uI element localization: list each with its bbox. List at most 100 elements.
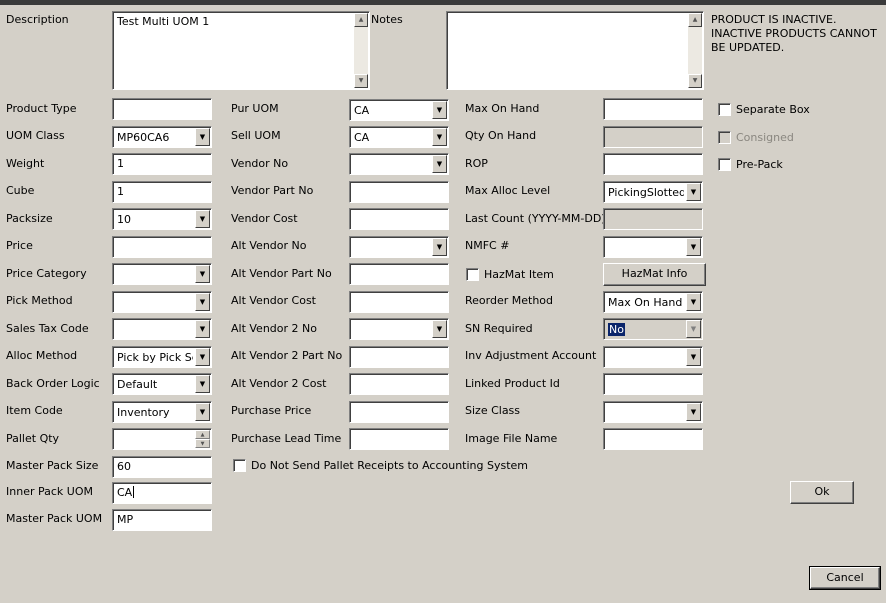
alt-vendor-2-part-no-label: Alt Vendor 2 Part No bbox=[231, 349, 343, 362]
pur-uom-value: CA bbox=[354, 104, 370, 117]
chevron-down-icon[interactable]: ▼ bbox=[686, 320, 701, 338]
image-file-name-input[interactable] bbox=[603, 428, 703, 450]
alloc-method-label: Alloc Method bbox=[6, 349, 78, 362]
separate-box-checkbox[interactable] bbox=[718, 103, 731, 116]
chevron-down-icon[interactable]: ▼ bbox=[686, 238, 701, 256]
chevron-down-icon[interactable]: ▼ bbox=[195, 210, 210, 228]
scroll-down-icon[interactable]: ▼ bbox=[688, 74, 702, 88]
pallet-qty-label: Pallet Qty bbox=[6, 432, 60, 445]
rop-input[interactable] bbox=[603, 153, 703, 175]
alt-vendor-cost-input[interactable] bbox=[349, 291, 449, 313]
consigned-checkbox bbox=[718, 131, 731, 144]
alt-vendor-part-no-label: Alt Vendor Part No bbox=[231, 267, 332, 280]
pre-pack-checkbox[interactable] bbox=[718, 158, 731, 171]
pick-method-select[interactable]: ▼ bbox=[112, 291, 212, 313]
packsize-value: 10 bbox=[117, 213, 131, 226]
pur-uom-label: Pur UOM bbox=[231, 102, 279, 115]
price-input[interactable] bbox=[112, 236, 212, 258]
sn-required-label: SN Required bbox=[465, 322, 533, 335]
back-order-logic-label: Back Order Logic bbox=[6, 377, 100, 390]
chevron-down-icon[interactable]: ▼ bbox=[686, 348, 701, 366]
description-scrollbar[interactable]: ▲ ▼ bbox=[354, 13, 368, 88]
purchase-price-label: Purchase Price bbox=[231, 404, 312, 417]
packsize-select[interactable]: 10 ▼ bbox=[112, 208, 212, 230]
purchase-price-input[interactable] bbox=[349, 401, 449, 423]
vendor-cost-input[interactable] bbox=[349, 208, 449, 230]
sell-uom-select[interactable]: CA ▼ bbox=[349, 126, 449, 148]
inv-adjustment-account-label: Inv Adjustment Account bbox=[465, 349, 597, 362]
notes-textarea[interactable]: ▲ ▼ bbox=[446, 11, 704, 90]
purchase-lead-time-input[interactable] bbox=[349, 428, 449, 450]
chevron-down-icon[interactable]: ▼ bbox=[686, 403, 701, 421]
uom-class-select[interactable]: MP60CA6 ▼ bbox=[112, 126, 212, 148]
pur-uom-select[interactable]: CA ▼ bbox=[349, 99, 449, 121]
cube-input[interactable]: 1 bbox=[112, 181, 212, 203]
price-category-select[interactable]: ▼ bbox=[112, 263, 212, 285]
description-textarea[interactable]: Test Multi UOM 1 ▲ ▼ bbox=[112, 11, 370, 90]
scroll-up-icon[interactable]: ▲ bbox=[354, 13, 368, 27]
linked-product-id-input[interactable] bbox=[603, 373, 703, 395]
master-pack-size-input[interactable]: 60 bbox=[112, 456, 212, 478]
vendor-part-no-input[interactable] bbox=[349, 181, 449, 203]
alloc-method-select[interactable]: Pick by Pick Sec ▼ bbox=[112, 346, 212, 368]
alt-vendor-2-part-no-input[interactable] bbox=[349, 346, 449, 368]
pre-pack-label: Pre-Pack bbox=[736, 158, 783, 171]
inv-adjustment-account-select[interactable]: ▼ bbox=[603, 346, 703, 368]
ok-button[interactable]: Ok bbox=[790, 481, 854, 504]
chevron-down-icon[interactable]: ▼ bbox=[195, 293, 210, 311]
sell-uom-label: Sell UOM bbox=[231, 129, 281, 142]
master-pack-size-label: Master Pack Size bbox=[6, 459, 99, 472]
master-pack-uom-input[interactable]: MP bbox=[112, 509, 212, 531]
price-label: Price bbox=[6, 239, 33, 252]
spin-up-icon[interactable]: ▲ bbox=[195, 430, 210, 439]
purchase-lead-time-label: Purchase Lead Time bbox=[231, 432, 342, 445]
chevron-down-icon[interactable]: ▼ bbox=[432, 101, 447, 119]
vendor-no-select[interactable]: ▼ bbox=[349, 153, 449, 175]
sales-tax-code-select[interactable]: ▼ bbox=[112, 318, 212, 340]
alt-vendor-2-cost-input[interactable] bbox=[349, 373, 449, 395]
nmfc-select[interactable]: ▼ bbox=[603, 236, 703, 258]
do-not-send-checkbox[interactable] bbox=[233, 459, 246, 472]
size-class-select[interactable]: ▼ bbox=[603, 401, 703, 423]
sn-required-select[interactable]: No ▼ bbox=[603, 318, 703, 340]
hazmat-info-button[interactable]: HazMat Info bbox=[603, 263, 706, 286]
chevron-down-icon[interactable]: ▼ bbox=[686, 293, 701, 311]
chevron-down-icon[interactable]: ▼ bbox=[195, 320, 210, 338]
back-order-logic-select[interactable]: Default ▼ bbox=[112, 373, 212, 395]
scroll-up-icon[interactable]: ▲ bbox=[688, 13, 702, 27]
item-code-select[interactable]: Inventory ▼ bbox=[112, 401, 212, 423]
inner-pack-uom-label: Inner Pack UOM bbox=[6, 485, 93, 498]
spinner-icon[interactable]: ▲ ▼ bbox=[195, 430, 210, 448]
nmfc-label: NMFC # bbox=[465, 239, 510, 252]
chevron-down-icon[interactable]: ▼ bbox=[686, 183, 701, 201]
max-on-hand-input[interactable] bbox=[603, 98, 703, 120]
chevron-down-icon[interactable]: ▼ bbox=[195, 403, 210, 421]
product-type-input[interactable] bbox=[112, 98, 212, 120]
alt-vendor-no-select[interactable]: ▼ bbox=[349, 236, 449, 258]
chevron-down-icon[interactable]: ▼ bbox=[432, 238, 447, 256]
chevron-down-icon[interactable]: ▼ bbox=[432, 128, 447, 146]
max-alloc-level-select[interactable]: PickingSlotted ▼ bbox=[603, 181, 703, 203]
pallet-qty-spinner[interactable]: ▲ ▼ bbox=[112, 428, 212, 450]
chevron-down-icon[interactable]: ▼ bbox=[195, 265, 210, 283]
qty-on-hand-label: Qty On Hand bbox=[465, 129, 537, 142]
alt-vendor-part-no-input[interactable] bbox=[349, 263, 449, 285]
weight-input[interactable]: 1 bbox=[112, 153, 212, 175]
chevron-down-icon[interactable]: ▼ bbox=[432, 155, 447, 173]
image-file-name-label: Image File Name bbox=[465, 432, 558, 445]
vendor-cost-label: Vendor Cost bbox=[231, 212, 298, 225]
inner-pack-uom-input[interactable]: CA bbox=[112, 482, 212, 504]
scroll-down-icon[interactable]: ▼ bbox=[354, 74, 368, 88]
alt-vendor-2-no-select[interactable]: ▼ bbox=[349, 318, 449, 340]
chevron-down-icon[interactable]: ▼ bbox=[195, 348, 210, 366]
chevron-down-icon[interactable]: ▼ bbox=[432, 320, 447, 338]
sell-uom-value: CA bbox=[354, 131, 370, 144]
cancel-button[interactable]: Cancel bbox=[809, 566, 881, 590]
reorder-method-select[interactable]: Max On Hand ▼ bbox=[603, 291, 703, 313]
notes-scrollbar[interactable]: ▲ ▼ bbox=[688, 13, 702, 88]
chevron-down-icon[interactable]: ▼ bbox=[195, 128, 210, 146]
alt-vendor-2-cost-label: Alt Vendor 2 Cost bbox=[231, 377, 327, 390]
spin-down-icon[interactable]: ▼ bbox=[195, 439, 210, 448]
hazmat-item-checkbox[interactable] bbox=[466, 268, 479, 281]
chevron-down-icon[interactable]: ▼ bbox=[195, 375, 210, 393]
